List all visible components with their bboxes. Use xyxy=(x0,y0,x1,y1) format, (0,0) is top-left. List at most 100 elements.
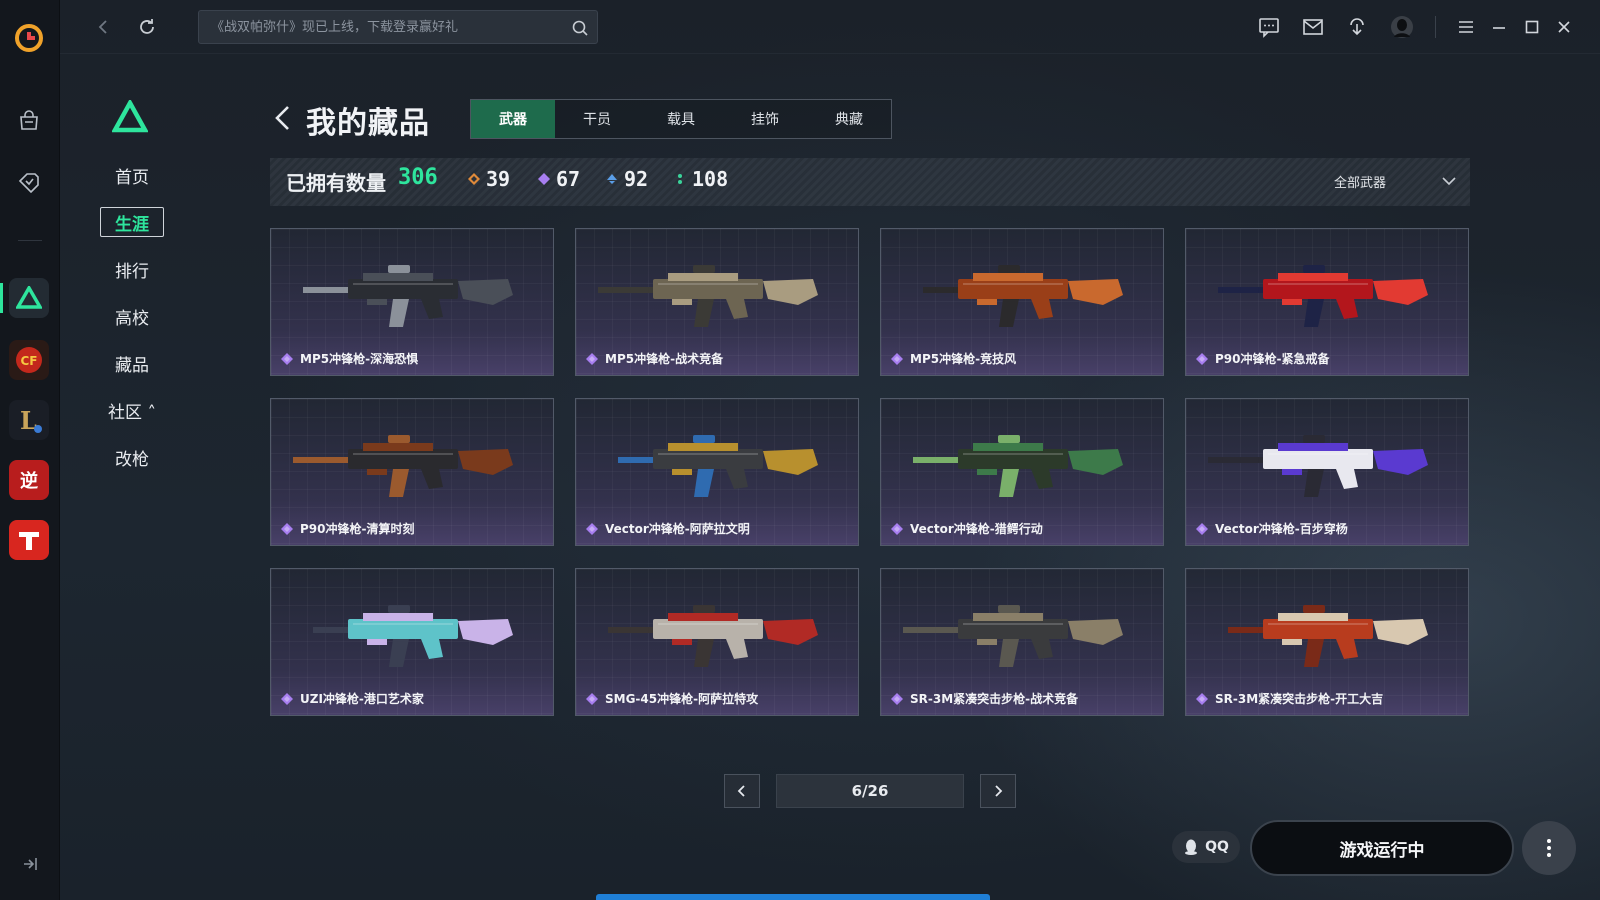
weapon-card[interactable]: SR-3M紧凑突击步枪-战术竞备 xyxy=(880,568,1164,716)
weapon-card[interactable]: SR-3M紧凑突击步枪-开工大吉 xyxy=(1185,568,1469,716)
avatar[interactable] xyxy=(1390,15,1414,39)
chevron-left-icon xyxy=(737,785,745,797)
weapon-card[interactable]: P90冲锋枪-紧急戒备 xyxy=(1185,228,1469,376)
weapon-image xyxy=(293,435,513,497)
rail-divider xyxy=(18,240,42,241)
rarity-diamond-icon xyxy=(891,353,903,365)
weapon-name: SR-3M紧凑突击步枪-战术竞备 xyxy=(910,692,1079,706)
search-input[interactable] xyxy=(199,11,597,43)
nav-item-ranking[interactable]: 排行 xyxy=(100,254,164,284)
owned-total: 306 xyxy=(398,165,438,190)
weapon-image xyxy=(1228,605,1428,667)
back-nav-icon[interactable] xyxy=(90,14,116,40)
rarity-diamond-icon xyxy=(1196,353,1208,365)
diamond-orange-icon xyxy=(468,173,480,185)
category-tabs: 武器 干员 载具 挂饰 典藏 xyxy=(470,99,892,139)
top-bar-divider xyxy=(1435,16,1436,38)
weapon-card[interactable]: SMG-45冲锋枪-阿萨拉特攻 xyxy=(575,568,859,716)
tab-vehicles[interactable]: 载具 xyxy=(639,100,723,138)
weapon-image xyxy=(1218,265,1428,327)
weapon-image xyxy=(313,605,513,667)
weapon-card[interactable]: UZI冲锋枪-港口艺术家 xyxy=(270,568,554,716)
game-tl-icon[interactable] xyxy=(9,520,49,560)
weapon-name: MP5冲锋枪-竞技风 xyxy=(910,352,1017,366)
diamond-purple-icon xyxy=(538,173,550,185)
rarity-count: 67 xyxy=(556,167,581,191)
app-rail: CF L 逆 xyxy=(0,0,60,900)
owned-stats-bar: 已拥有数量 306 39 67 92 108 全部武器 xyxy=(270,158,1470,206)
qq-button[interactable]: QQ xyxy=(1172,831,1240,863)
chevron-down-icon[interactable] xyxy=(1440,172,1458,190)
game-ni-icon[interactable]: 逆 xyxy=(9,460,49,500)
download-icon[interactable] xyxy=(1345,15,1369,39)
weapon-image xyxy=(903,605,1123,667)
weapon-card[interactable]: MP5冲锋枪-竞技风 xyxy=(880,228,1164,376)
svg-text:CF: CF xyxy=(20,354,37,368)
weapon-card[interactable]: Vector冲锋枪-阿萨拉文明 xyxy=(575,398,859,546)
more-options-button[interactable] xyxy=(1522,821,1576,875)
rarity-diamond-icon xyxy=(1196,523,1208,535)
refresh-icon[interactable] xyxy=(134,14,160,40)
expand-rail-icon[interactable] xyxy=(20,854,40,874)
next-page-button[interactable] xyxy=(980,774,1016,808)
close-icon[interactable] xyxy=(1552,15,1576,39)
weapon-card[interactable]: Vector冲锋枪-猎鳄行动 xyxy=(880,398,1164,546)
nav-item-gunsmith[interactable]: 改枪 xyxy=(100,442,164,472)
weapon-name: P90冲锋枪-清算时刻 xyxy=(300,522,415,536)
rarity-diamond-icon xyxy=(586,693,598,705)
app-logo-icon[interactable] xyxy=(13,22,45,54)
maximize-icon[interactable] xyxy=(1520,15,1544,39)
weapon-card[interactable]: MP5冲锋枪-战术竞备 xyxy=(575,228,859,376)
nav-item-college[interactable]: 高校 xyxy=(100,301,164,331)
diamond-blue-icon xyxy=(607,174,617,184)
weapon-card[interactable]: Vector冲锋枪-百步穿杨 xyxy=(1185,398,1469,546)
game-running-button[interactable]: 游戏运行中 xyxy=(1250,820,1514,876)
weapon-name: Vector冲锋枪-阿萨拉文明 xyxy=(605,522,750,536)
search-icon[interactable] xyxy=(571,19,589,37)
rarity-diamond-icon xyxy=(891,523,903,535)
kebab-menu-icon xyxy=(1547,839,1551,857)
game-lol-icon[interactable]: L xyxy=(9,400,49,440)
tag-icon[interactable] xyxy=(12,164,46,198)
weapon-name: Vector冲锋枪-猎鳄行动 xyxy=(910,522,1043,536)
weapon-card[interactable]: MP5冲锋枪-深海恐惧 xyxy=(270,228,554,376)
weapon-name: P90冲锋枪-紧急戒备 xyxy=(1215,352,1330,366)
menu-icon[interactable] xyxy=(1454,15,1478,39)
rarity-diamond-icon xyxy=(891,693,903,705)
page-title: 我的藏品 xyxy=(306,106,430,141)
qq-label: QQ xyxy=(1205,839,1229,855)
rarity-diamond-icon xyxy=(586,523,598,535)
game-delta-icon[interactable] xyxy=(9,278,49,318)
chat-icon[interactable] xyxy=(1257,15,1281,39)
store-icon[interactable] xyxy=(12,104,46,138)
rarity-count: 108 xyxy=(692,167,729,191)
nav-item-career[interactable]: 生涯 xyxy=(100,207,164,237)
weapon-card[interactable]: P90冲锋枪-清算时刻 xyxy=(270,398,554,546)
tab-collection-vault[interactable]: 典藏 xyxy=(807,100,891,138)
dots-green-icon xyxy=(678,174,682,184)
prev-page-button[interactable] xyxy=(724,774,760,808)
nav-item-collection[interactable]: 藏品 xyxy=(100,348,164,378)
game-cf-icon[interactable]: CF xyxy=(9,340,49,380)
bottom-progress-strip xyxy=(596,894,990,900)
weapon-filter-dropdown[interactable]: 全部武器 xyxy=(1334,172,1386,191)
tab-weapons[interactable]: 武器 xyxy=(471,100,555,138)
rarity-stat-orange: 39 xyxy=(468,167,510,191)
rarity-stat-green: 108 xyxy=(674,167,728,191)
page-indicator: 6/26 xyxy=(776,774,964,808)
tab-charms[interactable]: 挂饰 xyxy=(723,100,807,138)
weapon-image xyxy=(303,265,513,327)
rarity-count: 92 xyxy=(624,167,649,191)
back-arrow-icon[interactable] xyxy=(272,104,294,132)
nav-item-home[interactable]: 首页 xyxy=(100,160,164,190)
weapon-image xyxy=(1208,435,1428,497)
minimize-icon[interactable] xyxy=(1487,15,1511,39)
weapon-name: UZI冲锋枪-港口艺术家 xyxy=(300,692,424,706)
weapon-image xyxy=(913,435,1123,497)
mail-icon[interactable] xyxy=(1301,15,1325,39)
weapon-image xyxy=(608,605,818,667)
rarity-diamond-icon xyxy=(281,523,293,535)
tab-operators[interactable]: 干员 xyxy=(555,100,639,138)
chevron-right-icon xyxy=(995,785,1003,797)
nav-item-community[interactable]: 社区 ˄ xyxy=(100,395,164,425)
